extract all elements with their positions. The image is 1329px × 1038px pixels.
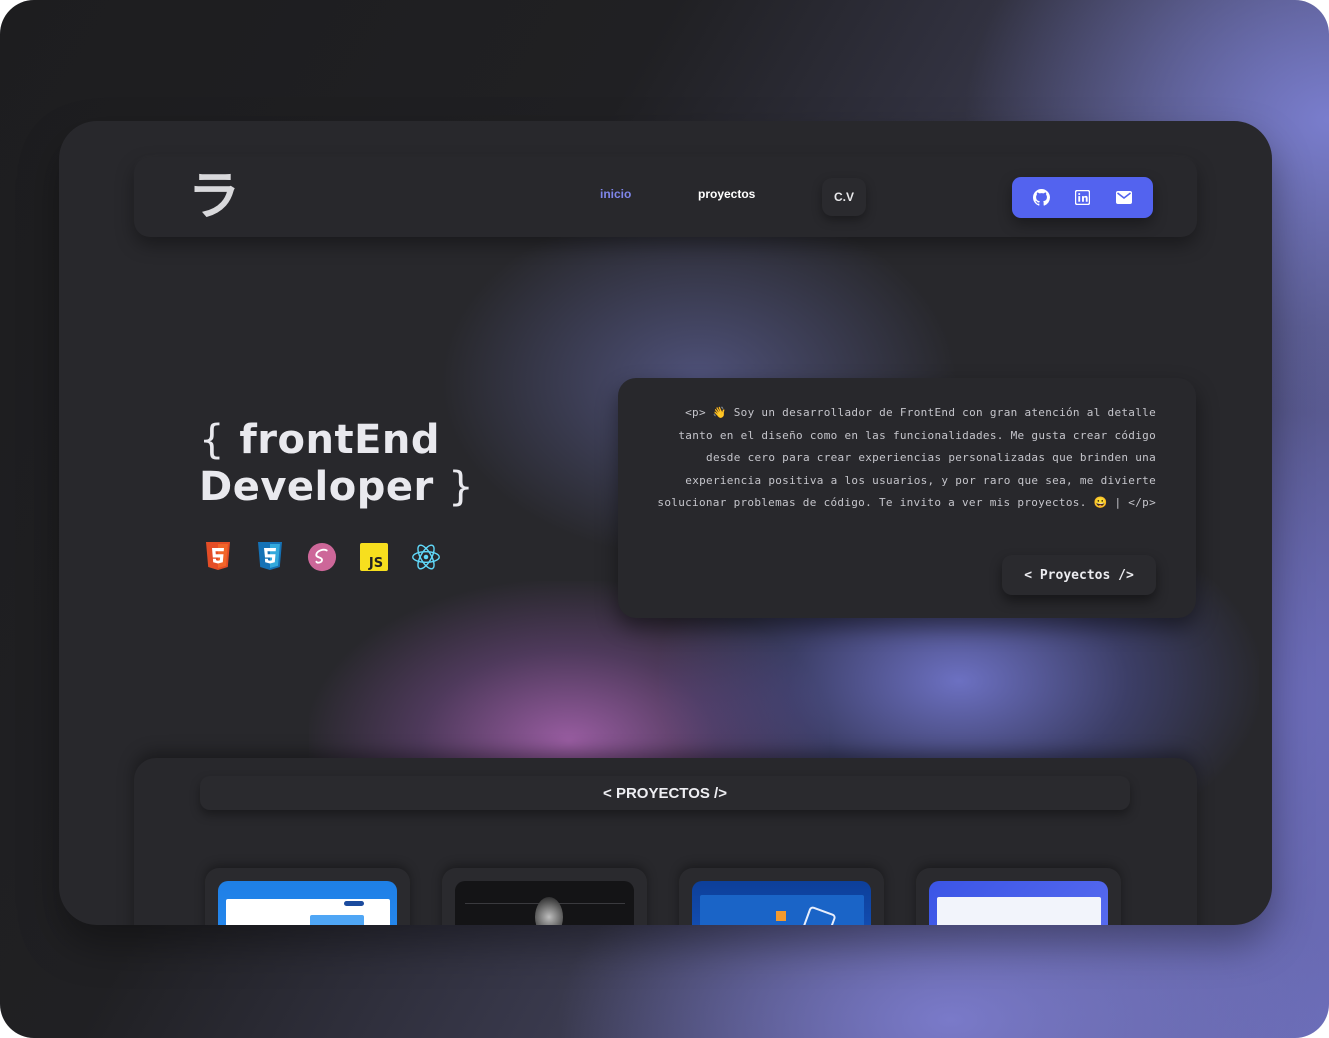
sass-icon bbox=[307, 541, 337, 573]
svg-text:JS: JS bbox=[368, 556, 383, 571]
project-card[interactable] bbox=[442, 868, 647, 925]
hero-title-line1: frontEnd bbox=[239, 417, 441, 463]
html5-icon bbox=[203, 541, 233, 573]
tech-stack: JS bbox=[203, 541, 441, 573]
project-thumbnail[interactable] bbox=[692, 881, 871, 925]
project-card[interactable] bbox=[205, 868, 410, 925]
hero-title-line2: Developer bbox=[199, 464, 434, 510]
about-card: <p> 👋 Soy un desarrollador de FrontEnd c… bbox=[618, 378, 1196, 618]
nav-link-proyectos[interactable]: proyectos bbox=[698, 187, 755, 201]
hero-title-close-brace: } bbox=[448, 464, 475, 510]
about-text: <p> 👋 Soy un desarrollador de FrontEnd c… bbox=[657, 406, 1156, 510]
javascript-icon: JS bbox=[359, 541, 389, 573]
project-thumbnail[interactable] bbox=[929, 881, 1108, 925]
hero-title: { frontEnd Developer } bbox=[199, 417, 559, 511]
mail-icon[interactable] bbox=[1112, 186, 1136, 210]
hero-title-open-brace: { bbox=[199, 417, 225, 463]
proyectos-button[interactable]: < Proyectos /> bbox=[1002, 555, 1156, 595]
social-links bbox=[1012, 177, 1153, 218]
cv-button[interactable]: C.V bbox=[822, 178, 866, 216]
browser-window: ラ inicio proyectos C.V { frontEnd Develo… bbox=[59, 121, 1272, 925]
github-icon[interactable] bbox=[1029, 186, 1053, 210]
projects-section: < PROYECTOS /> bbox=[134, 758, 1197, 925]
nav-link-inicio[interactable]: inicio bbox=[600, 187, 631, 201]
project-thumbnail[interactable] bbox=[455, 881, 634, 925]
site-logo[interactable]: ラ bbox=[188, 165, 240, 229]
projects-header: < PROYECTOS /> bbox=[200, 776, 1130, 810]
css3-icon bbox=[255, 541, 285, 573]
navbar: ラ inicio proyectos C.V bbox=[134, 157, 1197, 237]
project-thumbnail[interactable] bbox=[218, 881, 397, 925]
project-card[interactable] bbox=[679, 868, 884, 925]
project-card[interactable] bbox=[916, 868, 1121, 925]
react-icon bbox=[411, 541, 441, 573]
linkedin-icon[interactable] bbox=[1071, 186, 1095, 210]
